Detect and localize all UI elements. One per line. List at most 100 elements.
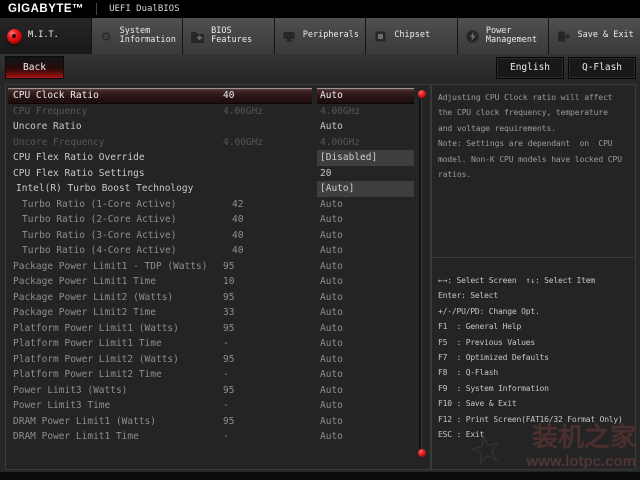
settings-row[interactable]: Turbo Ratio (1-Core Active) 42 Auto xyxy=(8,197,414,213)
setting-option-value: [Disabled] xyxy=(317,150,414,166)
settings-row[interactable]: Platform Power Limit2 Time - Auto xyxy=(8,367,414,383)
setting-current-value: - xyxy=(223,400,229,411)
tab-power-management[interactable]: Power Management xyxy=(457,18,549,54)
setting-current-value: 95 xyxy=(223,260,235,272)
setting-option-value: Auto xyxy=(320,369,343,380)
settings-row[interactable]: Turbo Ratio (2-Core Active) 40 Auto xyxy=(8,212,414,228)
tab-system-information[interactable]: ⚙ System Information xyxy=(91,18,183,54)
setting-label: Platform Power Limit1 Time xyxy=(13,338,162,349)
settings-row[interactable]: DRAM Power Limit1 (Watts) 95 Auto xyxy=(8,414,414,430)
setting-label: CPU Frequency xyxy=(13,105,88,117)
setting-option-value: Auto xyxy=(320,322,343,334)
language-button[interactable]: English xyxy=(496,57,564,79)
settings-row[interactable]: Package Power Limit2 Time 33 Auto xyxy=(8,305,414,321)
setting-label: Power Limit3 (Watts) xyxy=(13,384,128,396)
tab-bar: M.I.T. ⚙ System Information BIOS Feature… xyxy=(0,18,640,54)
tab-label: Chipset xyxy=(394,30,431,41)
folder-plus-icon xyxy=(189,28,206,45)
setting-current-value: - xyxy=(223,431,229,442)
setting-option-value: Auto xyxy=(317,88,414,104)
setting-label: Platform Power Limit2 Time xyxy=(13,369,162,380)
setting-current-value: 40 xyxy=(223,90,235,101)
setting-current-value: 95 xyxy=(223,384,235,396)
setting-current-value: - xyxy=(223,369,229,380)
setting-option-value: Auto xyxy=(320,431,343,442)
setting-option-value: Auto xyxy=(320,338,343,349)
setting-current-value: 95 xyxy=(223,415,235,427)
settings-list: CPU Clock Ratio 40 Auto CPU Frequency 4.… xyxy=(8,88,414,445)
tab-chipset[interactable]: Chipset xyxy=(366,18,457,54)
setting-label: Platform Power Limit2 (Watts) xyxy=(13,353,179,365)
setting-option-value: Auto xyxy=(320,353,343,365)
settings-row[interactable]: Uncore Ratio Auto xyxy=(8,119,414,135)
setting-label: CPU Flex Ratio Settings xyxy=(13,167,145,179)
tab-save-exit[interactable]: Save & Exit xyxy=(549,18,640,54)
setting-current-value xyxy=(226,181,312,197)
settings-row[interactable]: Platform Power Limit2 (Watts) 95 Auto xyxy=(8,352,414,368)
setting-current-value: 40 xyxy=(232,229,244,241)
exit-door-icon xyxy=(555,28,572,45)
setting-option-value: Auto xyxy=(320,384,343,396)
help-panel: Adjusting CPU Clock ratio will affect the… xyxy=(431,84,636,470)
settings-row[interactable]: CPU Flex Ratio Override [Disabled] xyxy=(8,150,414,166)
setting-option-value: Auto xyxy=(320,198,343,210)
settings-row[interactable]: CPU Flex Ratio Settings 20 xyxy=(8,166,414,182)
setting-label: Uncore Frequency xyxy=(13,136,105,148)
settings-row[interactable]: CPU Clock Ratio 40 Auto xyxy=(8,88,414,104)
setting-option-value: Auto xyxy=(320,400,343,411)
tab-mit[interactable]: M.I.T. xyxy=(0,18,91,54)
setting-current-value xyxy=(223,166,312,182)
scrollbar-track[interactable] xyxy=(419,99,422,449)
setting-current-value: 33 xyxy=(223,307,235,318)
tab-label: M.I.T. xyxy=(28,30,59,41)
tab-label: Peripherals xyxy=(302,30,360,41)
scroll-up-indicator[interactable] xyxy=(418,90,426,98)
setting-label: Uncore Ratio xyxy=(13,121,82,132)
settings-row[interactable]: Power Limit3 Time - Auto xyxy=(8,398,414,414)
setting-label: Turbo Ratio (4-Core Active) xyxy=(22,245,177,256)
settings-row[interactable]: Package Power Limit1 Time 10 Auto xyxy=(8,274,414,290)
scroll-down-indicator[interactable] xyxy=(418,449,426,457)
setting-option-value: 4.00GHz xyxy=(320,105,361,117)
setting-option-value: Auto xyxy=(320,276,343,287)
settings-row[interactable]: Platform Power Limit1 (Watts) 95 Auto xyxy=(8,321,414,337)
setting-current-value: 95 xyxy=(223,291,235,303)
setting-option-value: Auto xyxy=(320,260,343,272)
bottom-bar xyxy=(0,472,640,480)
settings-row[interactable]: Turbo Ratio (4-Core Active) 40 Auto xyxy=(8,243,414,259)
tab-bios-features[interactable]: BIOS Features xyxy=(183,18,274,54)
settings-row[interactable]: Platform Power Limit1 Time - Auto xyxy=(8,336,414,352)
setting-option-value: [Auto] xyxy=(317,181,414,197)
settings-row[interactable]: Package Power Limit1 - TDP (Watts) 95 Au… xyxy=(8,259,414,275)
settings-row[interactable]: Package Power Limit2 (Watts) 95 Auto xyxy=(8,290,414,306)
setting-label: Package Power Limit2 (Watts) xyxy=(13,291,174,303)
setting-option-value: 4.00GHz xyxy=(320,136,361,148)
tab-peripherals[interactable]: Peripherals xyxy=(274,18,366,54)
chip-icon xyxy=(372,28,389,45)
settings-row[interactable]: Uncore Frequency 4.00GHz 4.00GHz xyxy=(8,135,414,151)
setting-label: Platform Power Limit1 (Watts) xyxy=(13,322,179,334)
setting-label: DRAM Power Limit1 Time xyxy=(13,431,139,442)
settings-row[interactable]: Power Limit3 (Watts) 95 Auto xyxy=(8,383,414,399)
setting-label: DRAM Power Limit1 (Watts) xyxy=(13,415,156,427)
setting-label: Turbo Ratio (1-Core Active) xyxy=(22,198,177,210)
setting-current-value: 4.00GHz xyxy=(223,136,264,148)
setting-option-value: Auto xyxy=(320,291,343,303)
setting-current-value: 42 xyxy=(232,198,244,210)
setting-current-value: 10 xyxy=(223,276,235,287)
tab-label: Power Management xyxy=(485,25,538,45)
firmware-title: UEFI DualBIOS xyxy=(96,3,180,15)
setting-current-value: - xyxy=(223,338,229,349)
setting-label: Power Limit3 Time xyxy=(13,400,111,411)
qflash-button[interactable]: Q-Flash xyxy=(568,57,636,79)
settings-row[interactable]: Intel(R) Turbo Boost Technology [Auto] xyxy=(8,181,414,197)
settings-row[interactable]: DRAM Power Limit1 Time - Auto xyxy=(8,429,414,445)
gear-icon: ⚙ xyxy=(101,26,111,45)
setting-current-value: 4.00GHz xyxy=(223,105,264,117)
back-button[interactable]: Back xyxy=(5,56,64,79)
settings-row[interactable]: CPU Frequency 4.00GHz 4.00GHz xyxy=(8,104,414,120)
setting-option-value: Auto xyxy=(320,307,343,318)
sub-bar: Back English Q-Flash xyxy=(0,54,640,80)
setting-option-value: Auto xyxy=(320,214,343,225)
settings-row[interactable]: Turbo Ratio (3-Core Active) 40 Auto xyxy=(8,228,414,244)
